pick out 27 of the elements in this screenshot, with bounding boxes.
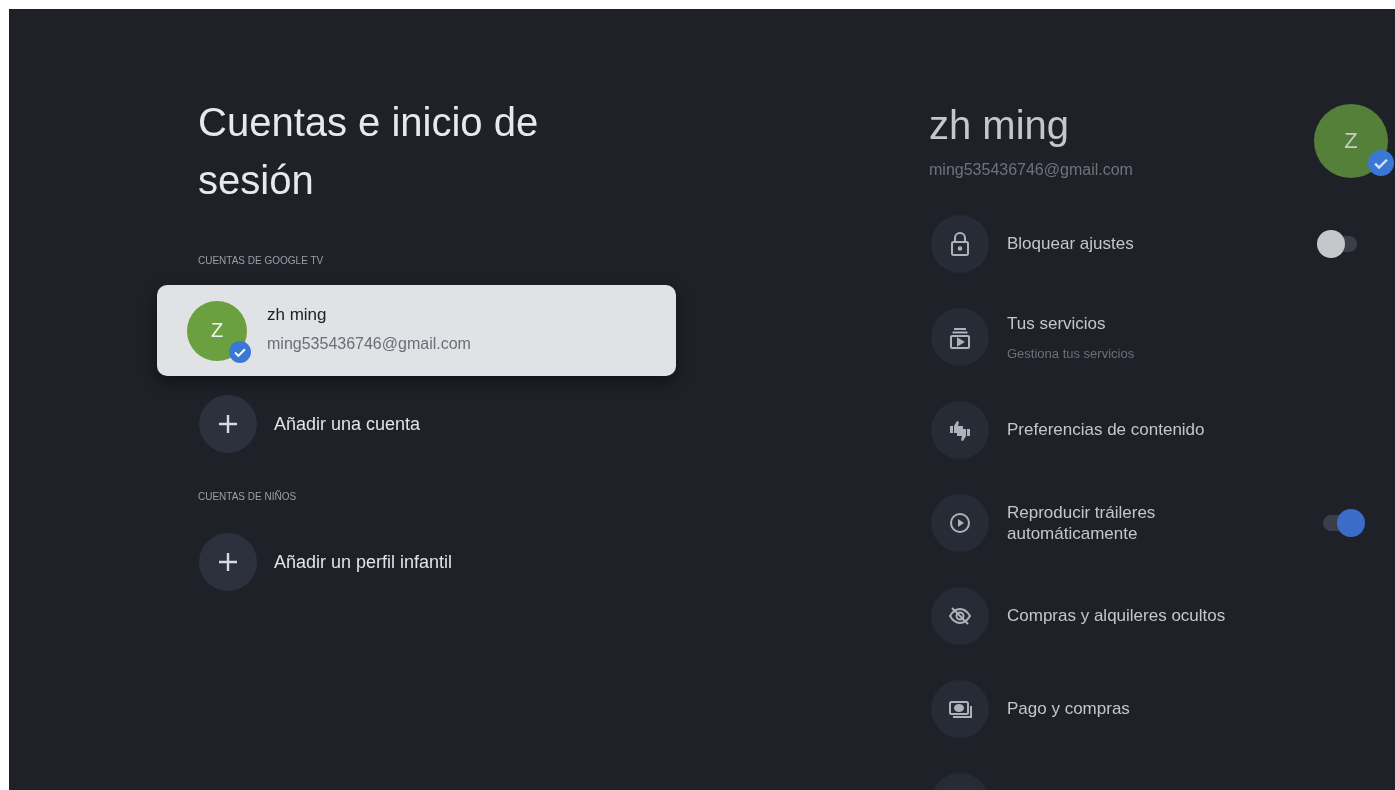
setting-label[interactable]: Preferencias de contenido [1007, 419, 1287, 440]
cash-icon[interactable] [931, 679, 989, 738]
eye-off-icon[interactable] [931, 586, 989, 645]
account-card[interactable]: Z zh ming ming535436746@gmail.com [157, 285, 676, 376]
avatar-initial: Z [1344, 128, 1358, 154]
account-name: zh ming [267, 304, 328, 325]
profile-name: zh ming [929, 102, 1071, 148]
setting-label[interactable]: Tus servicios [1007, 312, 1287, 334]
avatar-initial: Z [210, 319, 224, 342]
thumbs-icon[interactable] [931, 400, 989, 459]
page-title: Cuentas e inicio de sesión [198, 99, 540, 204]
setting-label[interactable]: Reproducir tráileres automáticamente [1007, 501, 1287, 544]
add-link[interactable]: Añadir un perfil infantil [274, 551, 453, 573]
play-circle-icon[interactable] [931, 493, 989, 552]
setting-subtitle: Gestiona tus servicios [1007, 345, 1136, 361]
setting-label[interactable]: Compras y alquileres ocultos [1007, 605, 1287, 626]
add-link[interactable]: Añadir una cuenta [274, 413, 421, 435]
setting-label[interactable]: Pago y compras [1007, 698, 1287, 719]
plus-icon[interactable] [199, 395, 257, 453]
section-label: CUENTAS DE NIÑOS [198, 491, 297, 503]
lock-icon[interactable] [931, 214, 989, 273]
account-email: ming535436746@gmail.com [267, 334, 471, 353]
setting-label[interactable]: Bloquear ajustes [1007, 233, 1287, 254]
profile-email: ming535436746@gmail.com [929, 160, 1133, 180]
section-label: CUENTAS DE GOOGLE TV [198, 255, 324, 267]
plus-icon[interactable] [199, 533, 257, 591]
stacked-play-icon[interactable] [931, 307, 989, 366]
